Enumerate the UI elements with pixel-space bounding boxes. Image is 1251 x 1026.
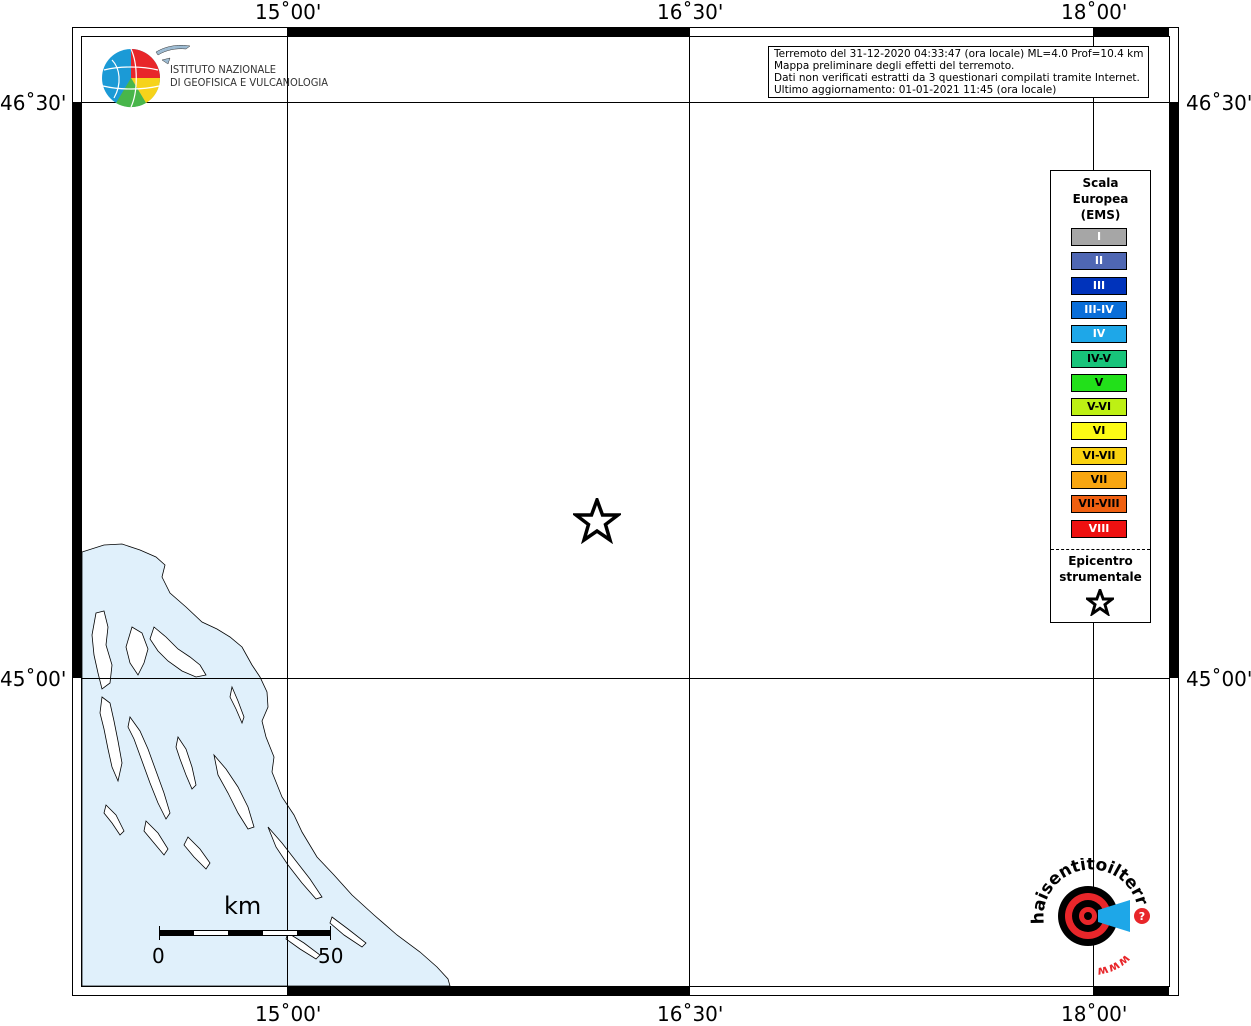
lon-label-15-bottom: 15˚00' xyxy=(255,1002,322,1026)
legend-swatch: VI-VII xyxy=(1071,446,1127,465)
legend-swatch: VIII xyxy=(1071,519,1127,538)
sea-area xyxy=(82,543,451,986)
legend-strumentale: strumentale xyxy=(1059,570,1142,584)
map-canvas[interactable] xyxy=(82,37,1169,986)
legend-swatch: VII xyxy=(1071,471,1127,489)
lon-label-15-top: 15˚00' xyxy=(255,0,322,24)
lat-label-4630-right: 46˚30' xyxy=(1186,91,1251,115)
ems-legend: Scala Europea (EMS) I II III III-IV IV IV-V V V… xyxy=(1050,170,1151,623)
lon-label-1630-top: 16˚30' xyxy=(657,0,724,24)
legend-swatch: III-IV xyxy=(1071,300,1127,319)
legend-title-2: Europea xyxy=(1072,192,1129,206)
lon-label-1630-bottom: 16˚30' xyxy=(657,1002,724,1026)
legend-swatch: IV-V xyxy=(1071,349,1127,368)
lat-label-45-left: 45˚00' xyxy=(0,667,67,691)
epicenter-star-icon[interactable] xyxy=(573,498,621,544)
legend-divider xyxy=(1051,549,1150,550)
logo-line-1: ISTITUTO NAZIONALE xyxy=(170,63,277,76)
scale-end: 50 xyxy=(318,944,344,968)
legend-title-3: (EMS) xyxy=(1080,208,1121,222)
logo-line-2: DI GEOFISICA E VULCANOLOGIA xyxy=(170,76,329,89)
legend-title-1: Scala xyxy=(1082,176,1119,190)
svg-text:?: ? xyxy=(1139,910,1145,923)
legend-swatch: II xyxy=(1071,252,1127,271)
lon-label-18-bottom: 18˚00' xyxy=(1061,1002,1128,1026)
legend-swatch: IV xyxy=(1071,325,1127,344)
legend-swatch: V-VI xyxy=(1071,398,1127,417)
lon-label-18-top: 18˚00' xyxy=(1061,0,1128,24)
lat-label-45-right: 45˚00' xyxy=(1186,667,1251,691)
legend-star-icon xyxy=(1086,589,1114,616)
info-line-2: Mappa preliminare degli effetti del terr… xyxy=(774,60,1015,72)
info-line-1: Terremoto del 31-12-2020 04:33:47 (ora l… xyxy=(774,48,1144,60)
legend-swatch: III xyxy=(1071,276,1127,295)
scale-unit: km xyxy=(224,892,262,920)
scale-start: 0 xyxy=(152,944,165,968)
legend-swatch: V xyxy=(1071,373,1127,392)
legend-swatch: VI xyxy=(1071,422,1127,441)
earthquake-info-box: Terremoto del 31-12-2020 04:33:47 (ora l… xyxy=(768,46,1149,98)
info-line-4: Ultimo aggiornamento: 01-01-2021 11:45 (… xyxy=(774,84,1057,96)
haisentito-logo[interactable]: haisentitoilterremoto.it www. ? xyxy=(1026,858,1158,976)
info-line-3: Dati non verificati estratti da 3 questi… xyxy=(774,72,1140,84)
legend-swatch: VII-VIII xyxy=(1071,495,1127,514)
legend-epicentro: Epicentro xyxy=(1068,554,1133,568)
legend-swatch: I xyxy=(1071,228,1127,246)
lat-label-4630-left: 46˚30' xyxy=(0,91,67,115)
